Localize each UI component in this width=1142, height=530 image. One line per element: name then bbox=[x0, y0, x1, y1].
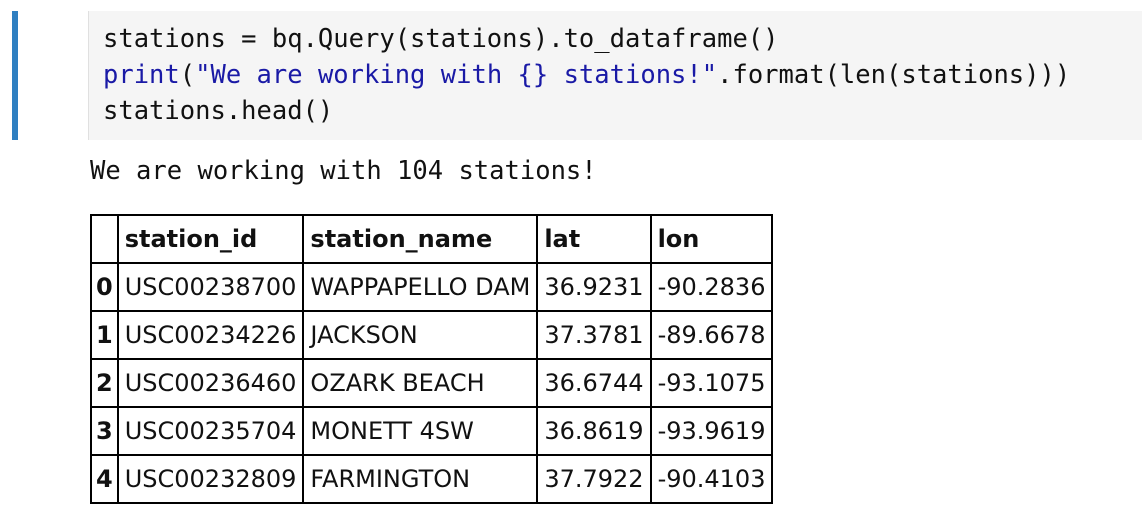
row-index: 2 bbox=[90, 358, 119, 408]
code-paren: ( bbox=[179, 60, 196, 90]
cell-station-name: WAPPAPELLO DAM bbox=[302, 262, 539, 312]
index-header bbox=[90, 214, 119, 264]
cell-lat: 37.3781 bbox=[536, 310, 652, 360]
code-line-3: stations.head() bbox=[103, 93, 333, 129]
code-string-literal: "We are working with {} stations!" bbox=[195, 60, 718, 90]
cell-lat: 37.7922 bbox=[536, 454, 652, 504]
cell-prompt-area bbox=[18, 11, 82, 140]
cell-station-id: USC00238700 bbox=[116, 262, 305, 312]
cell-station-name: OZARK BEACH bbox=[302, 358, 539, 408]
table-row: 0 USC00238700 WAPPAPELLO DAM 36.9231 -90… bbox=[90, 262, 774, 312]
cell-lon: -90.2836 bbox=[649, 262, 774, 312]
cell-lon: -90.4103 bbox=[649, 454, 774, 504]
row-index: 4 bbox=[90, 454, 119, 504]
row-index: 3 bbox=[90, 406, 119, 456]
cell-station-id: USC00234226 bbox=[116, 310, 305, 360]
cell-lat: 36.6744 bbox=[536, 358, 652, 408]
table-header-row: station_id station_name lat lon bbox=[90, 214, 774, 264]
code-line-2: print("We are working with {} stations!"… bbox=[103, 57, 1070, 93]
cell-lat: 36.9231 bbox=[536, 262, 652, 312]
cell-station-name: MONETT 4SW bbox=[302, 406, 539, 456]
cell-station-name: JACKSON bbox=[302, 310, 539, 360]
cell-lon: -93.1075 bbox=[649, 358, 774, 408]
table-row: 4 USC00232809 FARMINGTON 37.7922 -90.410… bbox=[90, 454, 774, 504]
table-row: 2 USC00236460 OZARK BEACH 36.6744 -93.10… bbox=[90, 358, 774, 408]
stdout-output: We are working with 104 stations! bbox=[90, 156, 597, 186]
code-line-3-text: stations.head() bbox=[103, 96, 334, 126]
code-line-1: stations = bq.Query(stations).to_datafra… bbox=[103, 21, 779, 57]
code-editor[interactable]: stations = bq.Query(stations).to_datafra… bbox=[88, 11, 1142, 140]
column-header-station-name: station_name bbox=[302, 214, 539, 264]
cell-lon: -89.6678 bbox=[649, 310, 774, 360]
cell-station-id: USC00232809 bbox=[116, 454, 305, 504]
cell-lon: -93.9619 bbox=[649, 406, 774, 456]
code-line-1-text: stations = bq.Query(stations).to_datafra… bbox=[103, 24, 779, 54]
cell-station-id: USC00235704 bbox=[116, 406, 305, 456]
column-header-station-id: station_id bbox=[116, 214, 305, 264]
code-cell[interactable]: stations = bq.Query(stations).to_datafra… bbox=[12, 11, 1142, 140]
table-row: 1 USC00234226 JACKSON 37.3781 -89.6678 bbox=[90, 310, 774, 360]
cell-station-id: USC00236460 bbox=[116, 358, 305, 408]
code-print-keyword: print bbox=[103, 60, 180, 90]
cell-station-name: FARMINGTON bbox=[302, 454, 539, 504]
code-line-2-rest: .format(len(stations))) bbox=[717, 60, 1071, 90]
row-index: 0 bbox=[90, 262, 119, 312]
cell-lat: 36.8619 bbox=[536, 406, 652, 456]
row-index: 1 bbox=[90, 310, 119, 360]
column-header-lon: lon bbox=[649, 214, 774, 264]
dataframe-table: station_id station_name lat lon 0 USC002… bbox=[90, 214, 774, 504]
table-row: 3 USC00235704 MONETT 4SW 36.8619 -93.961… bbox=[90, 406, 774, 456]
column-header-lat: lat bbox=[536, 214, 652, 264]
